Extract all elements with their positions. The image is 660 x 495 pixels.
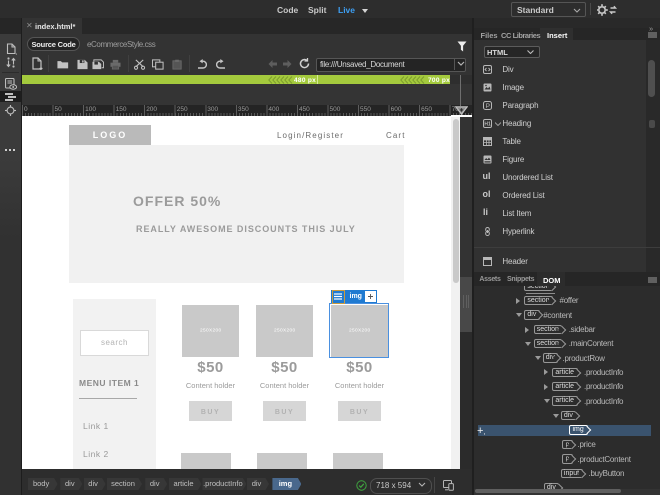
svg-text:P: P xyxy=(486,102,490,109)
svg-text:H1: H1 xyxy=(484,121,491,127)
